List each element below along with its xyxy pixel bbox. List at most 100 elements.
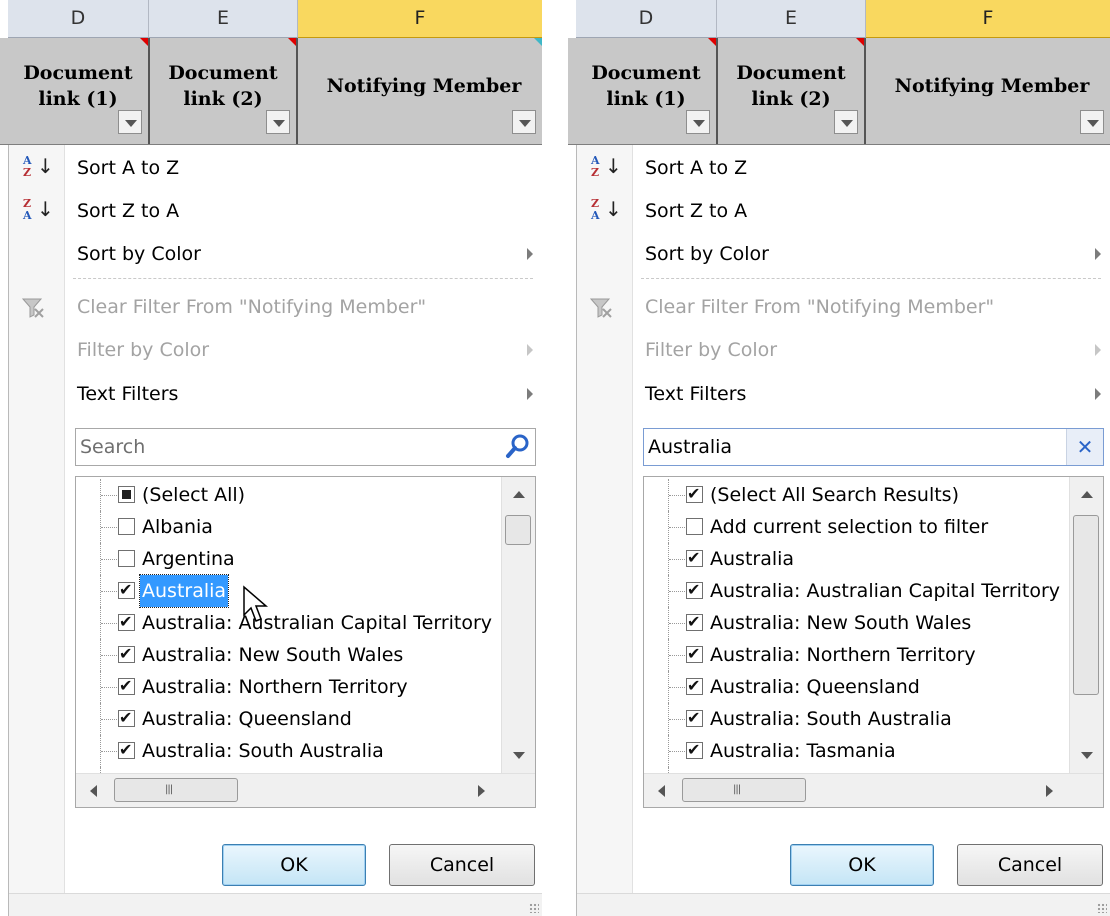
menu-item-label: Text Filters (645, 383, 747, 405)
menu-item-sort-z-to-a[interactable]: Z A ↓ Sort Z to A (9, 191, 542, 231)
list-item[interactable]: Add current selection to filter (644, 511, 1064, 543)
menu-item-sort-z-to-a[interactable]: Z A ↓ Sort Z to A (577, 191, 1110, 231)
checkbox[interactable] (686, 736, 703, 764)
scrollbar-thumb[interactable] (1073, 515, 1099, 695)
list-item[interactable]: (Select All) (76, 479, 496, 511)
menu-item-sort-a-to-z[interactable]: A Z ↓ Sort A to Z (9, 148, 542, 188)
menu-item-clear-filter[interactable]: Clear Filter From "Notifying Member" (9, 287, 542, 327)
list-item-label: Australia (138, 574, 230, 608)
filter-dropdown-button[interactable] (686, 110, 710, 134)
column-letter-f[interactable]: F (298, 0, 542, 39)
list-item[interactable]: Australia: Northern Territory (76, 671, 496, 703)
scrollbar-thumb[interactable] (505, 515, 531, 545)
header-label: Document link (2) (168, 62, 278, 110)
scroll-right-arrow-icon[interactable] (1046, 785, 1053, 797)
checkbox[interactable] (686, 672, 703, 700)
search-input[interactable] (76, 429, 500, 465)
checkbox[interactable] (118, 486, 135, 503)
list-item[interactable]: Australia: New South Wales (644, 607, 1064, 639)
checkbox[interactable] (118, 518, 135, 535)
search-box (75, 428, 536, 466)
close-icon[interactable]: ✕ (1066, 429, 1103, 465)
list-item[interactable]: Australia: South Australia (76, 735, 496, 767)
resize-grip-icon[interactable] (529, 903, 539, 913)
checkbox[interactable] (118, 640, 135, 668)
tree-connector (668, 639, 687, 671)
list-item[interactable]: Australia: Queensland (76, 703, 496, 735)
menu-item-filter-by-color[interactable]: Filter by Color (577, 330, 1110, 370)
scroll-left-arrow-icon[interactable] (90, 785, 97, 797)
cancel-button[interactable]: Cancel (389, 844, 535, 886)
checkbox[interactable] (686, 480, 703, 508)
scrollbar-thumb[interactable] (682, 778, 806, 802)
checkbox[interactable] (118, 550, 135, 567)
checkbox[interactable] (118, 736, 135, 764)
vertical-scrollbar[interactable] (1069, 477, 1103, 773)
checkbox[interactable] (686, 704, 703, 732)
menu-item-sort-by-color[interactable]: Sort by Color (9, 234, 542, 274)
ok-button[interactable]: OK (222, 844, 366, 886)
scroll-down-arrow-icon[interactable] (1081, 752, 1093, 759)
filter-dropdown-button[interactable] (834, 110, 858, 134)
list-item[interactable]: Australia: Australian Capital Territory (644, 575, 1064, 607)
checkbox[interactable] (118, 704, 135, 732)
ok-button[interactable]: OK (790, 844, 934, 886)
vertical-scrollbar[interactable] (501, 477, 535, 773)
column-letter-e[interactable]: E (717, 0, 866, 38)
list-item[interactable]: Australia (76, 574, 496, 608)
scroll-right-arrow-icon[interactable] (478, 785, 485, 797)
checkbox[interactable] (118, 576, 135, 604)
column-letter-d[interactable]: D (576, 0, 717, 38)
scroll-up-arrow-icon[interactable] (1081, 491, 1093, 498)
header-document-link-1: Document link (1) (8, 38, 150, 144)
horizontal-scrollbar[interactable] (644, 773, 1103, 807)
magnifier-icon[interactable] (501, 431, 533, 463)
menu-item-label: Filter by Color (645, 339, 778, 361)
menu-item-sort-a-to-z[interactable]: A Z ↓ Sort A to Z (577, 148, 1110, 188)
list-item[interactable]: Australia (644, 543, 1064, 575)
resize-grip-icon[interactable] (1097, 903, 1107, 913)
menu-item-sort-by-color[interactable]: Sort by Color (577, 234, 1110, 274)
column-letter-f[interactable]: F (866, 0, 1110, 39)
checkbox[interactable] (686, 518, 703, 535)
checkbox[interactable] (686, 576, 703, 604)
menu-item-text-filters[interactable]: Text Filters (577, 374, 1110, 414)
checkbox[interactable] (686, 544, 703, 572)
list-item[interactable]: Australia: Queensland (644, 671, 1064, 703)
cancel-button[interactable]: Cancel (957, 844, 1103, 886)
scrollbar-thumb[interactable] (114, 778, 238, 802)
list-item[interactable]: Albania (76, 511, 496, 543)
list-item[interactable]: Australia: Tasmania (644, 735, 1064, 767)
list-item[interactable]: Australia: Northern Territory (644, 639, 1064, 671)
filter-dropdown-left: D E F Document link (1) Document link (2… (0, 0, 542, 916)
checkbox[interactable] (118, 608, 135, 636)
clear-filter-icon (21, 298, 44, 318)
menu-item-filter-by-color[interactable]: Filter by Color (9, 330, 542, 370)
list-item[interactable]: Argentina (76, 543, 496, 575)
list-item[interactable]: Australia: South Australia (644, 703, 1064, 735)
scroll-left-arrow-icon[interactable] (658, 785, 665, 797)
comment-indicator-icon (856, 38, 864, 46)
scroll-down-arrow-icon[interactable] (513, 752, 525, 759)
filter-dropdown-button[interactable] (118, 110, 142, 134)
list-item[interactable]: (Select All Search Results) (644, 479, 1064, 511)
checkbox[interactable] (118, 672, 135, 700)
checkbox[interactable] (686, 608, 703, 636)
column-letter-e[interactable]: E (149, 0, 298, 38)
filter-dropdown-button[interactable] (512, 110, 536, 134)
filter-dropdown-button[interactable] (266, 110, 290, 134)
list-item-label: Albania (142, 516, 213, 538)
list-item[interactable]: Australia: New South Wales (76, 639, 496, 671)
checkbox[interactable] (686, 640, 703, 668)
scroll-up-arrow-icon[interactable] (513, 491, 525, 498)
search-input[interactable] (644, 429, 1068, 465)
menu-item-label: Sort by Color (645, 243, 769, 265)
menu-item-text-filters[interactable]: Text Filters (9, 374, 542, 414)
header-document-link-2: Document link (2) (718, 38, 866, 144)
column-letter-d[interactable]: D (8, 0, 149, 38)
list-item[interactable]: Australia: Australian Capital Territory (76, 607, 496, 639)
list-item-label: Australia: New South Wales (142, 644, 404, 666)
horizontal-scrollbar[interactable] (76, 773, 535, 807)
filter-dropdown-button[interactable] (1080, 110, 1104, 134)
menu-item-clear-filter[interactable]: Clear Filter From "Notifying Member" (577, 287, 1110, 327)
